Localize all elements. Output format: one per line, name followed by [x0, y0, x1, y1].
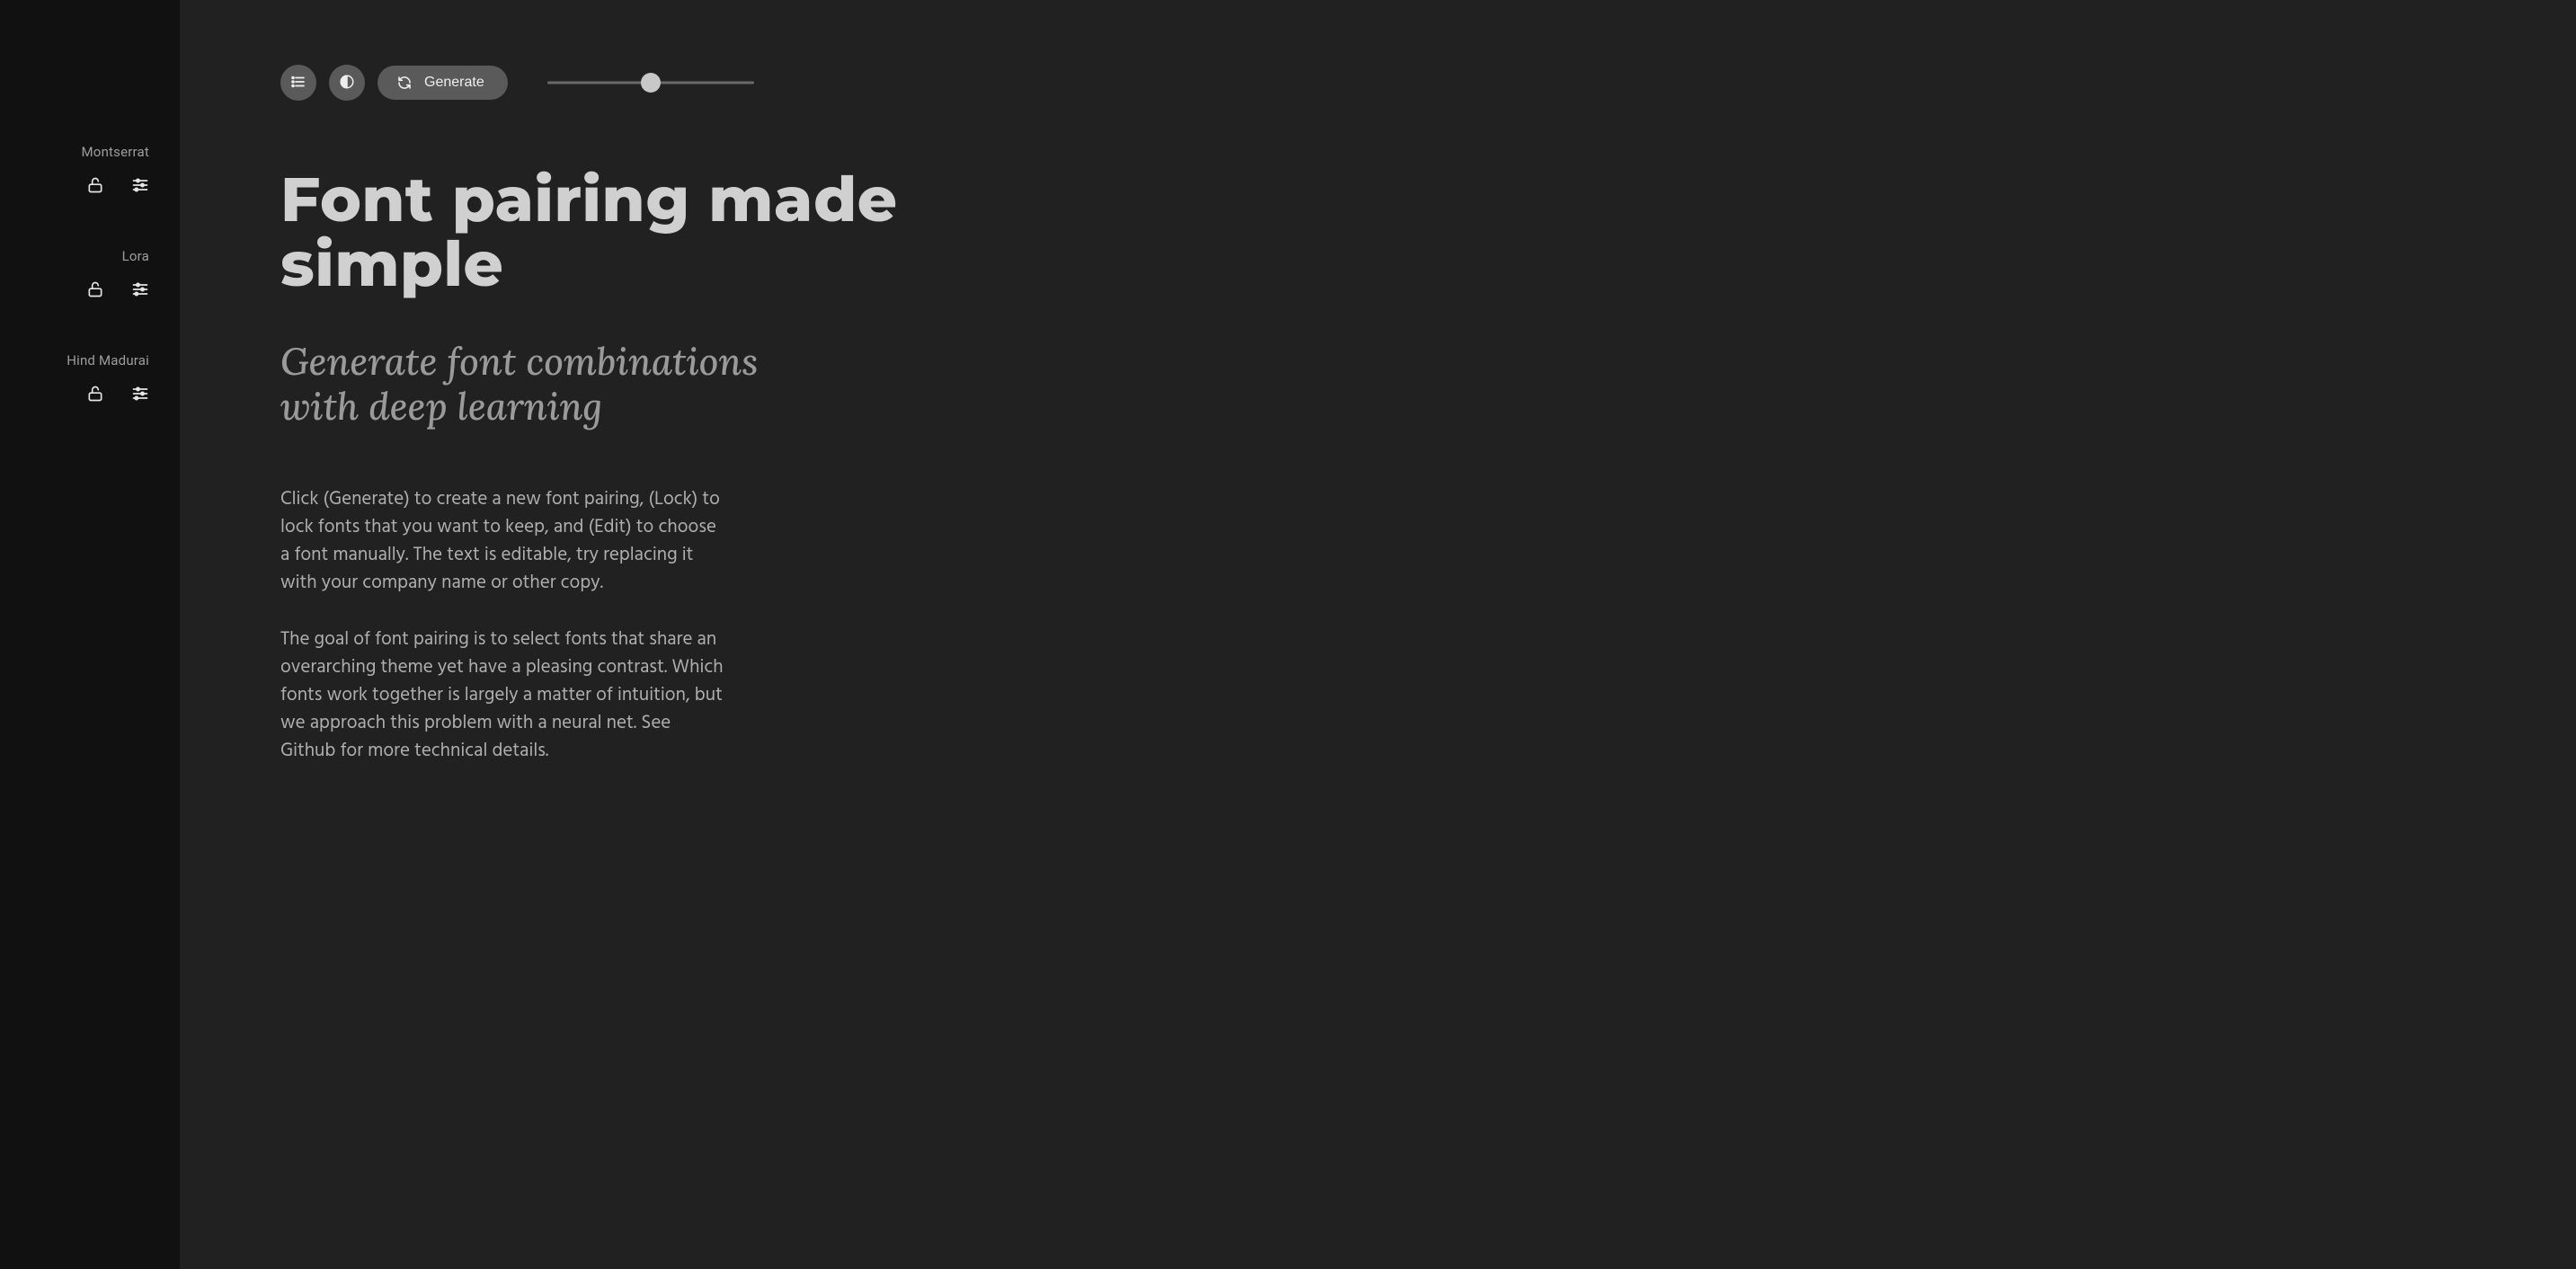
- font-name-label: Montserrat: [82, 144, 149, 160]
- edit-button[interactable]: [131, 176, 149, 194]
- lock-button[interactable]: [86, 385, 104, 403]
- font-slot-controls: [86, 280, 149, 298]
- unlock-icon: [86, 176, 104, 194]
- content-area: Font pairing made simple Generate font c…: [280, 167, 1035, 765]
- main-panel: Generate Font pairing made simple Genera…: [180, 0, 2576, 1269]
- body-paragraph[interactable]: The goal of font pairing is to select fo…: [280, 626, 730, 765]
- sliders-icon: [131, 385, 149, 403]
- font-slot-controls: [86, 385, 149, 403]
- slider-thumb[interactable]: [641, 73, 661, 93]
- font-slot-body: Hind Madurai: [0, 352, 180, 403]
- subhead-text[interactable]: Generate font combinations with deep lea…: [280, 339, 811, 430]
- app-root: Montserrat Lora: [0, 0, 2576, 1269]
- headline-text[interactable]: Font pairing made simple: [280, 167, 1035, 297]
- unlock-icon: [86, 385, 104, 403]
- font-slot-controls: [86, 176, 149, 194]
- font-name-label: Lora: [122, 248, 149, 264]
- generate-button[interactable]: Generate: [378, 66, 508, 100]
- unlock-icon: [86, 280, 104, 298]
- list-icon: [290, 74, 306, 93]
- list-view-button[interactable]: [280, 65, 316, 101]
- sliders-icon: [131, 280, 149, 298]
- sidebar: Montserrat Lora: [0, 0, 180, 1269]
- edit-button[interactable]: [131, 385, 149, 403]
- font-slot-subhead: Lora: [0, 248, 180, 298]
- body-text[interactable]: Click (Generate) to create a new font pa…: [280, 485, 730, 766]
- body-paragraph[interactable]: Click (Generate) to create a new font pa…: [280, 485, 730, 597]
- theme-toggle-button[interactable]: [329, 65, 365, 101]
- font-name-label: Hind Madurai: [67, 352, 149, 368]
- contrast-icon: [339, 74, 355, 93]
- sliders-icon: [131, 176, 149, 194]
- lock-button[interactable]: [86, 280, 104, 298]
- refresh-icon: [397, 75, 412, 90]
- toolbar: Generate: [280, 65, 2576, 101]
- size-slider[interactable]: [547, 65, 754, 101]
- font-slot-headline: Montserrat: [0, 144, 180, 194]
- lock-button[interactable]: [86, 176, 104, 194]
- edit-button[interactable]: [131, 280, 149, 298]
- generate-button-label: Generate: [424, 75, 484, 91]
